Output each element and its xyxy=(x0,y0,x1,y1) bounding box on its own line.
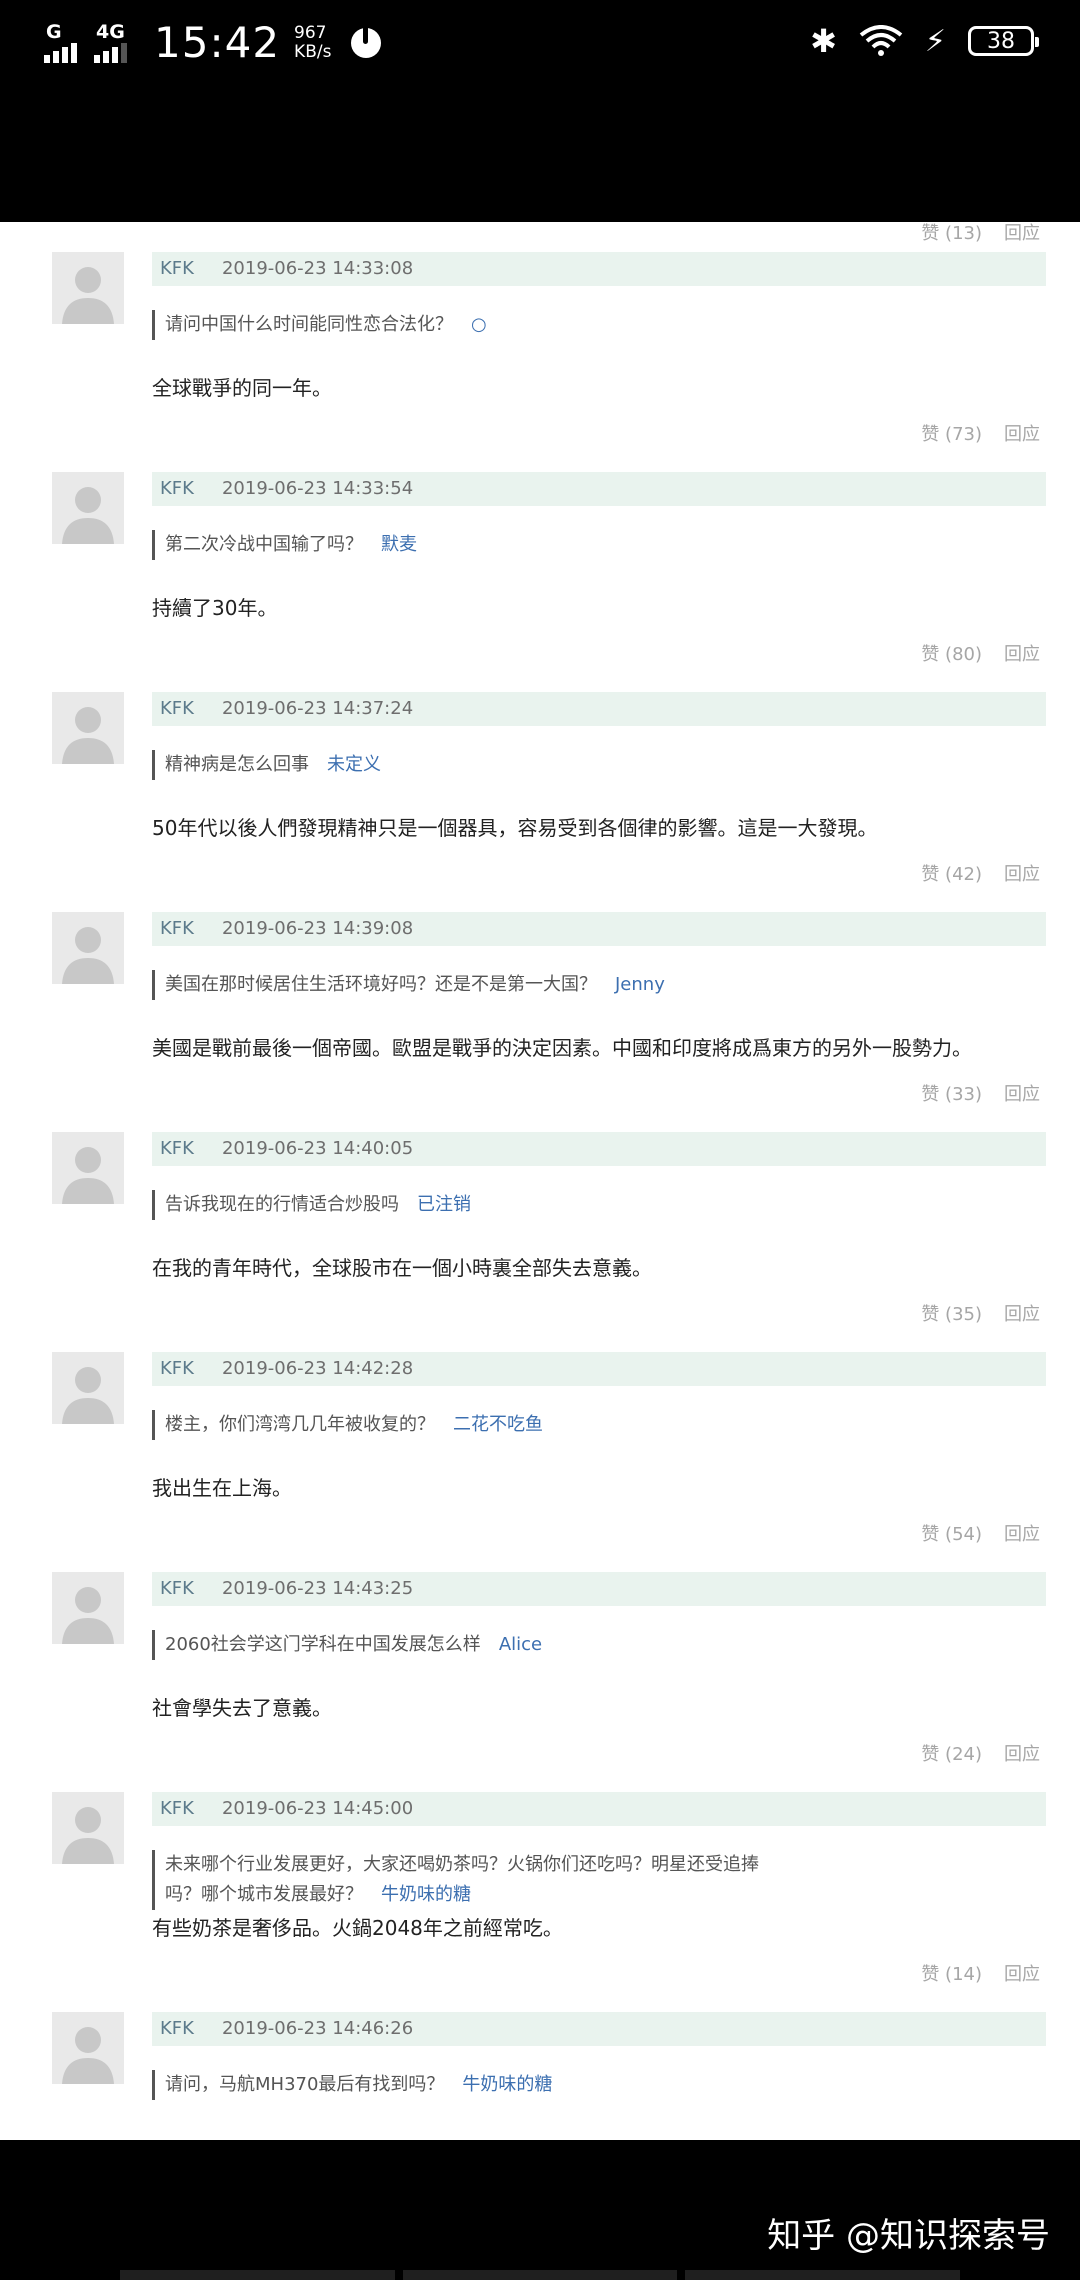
clock: 15:42 xyxy=(154,18,281,67)
question-text: 楼主，你们湾湾几几年被收复的？ xyxy=(165,1414,435,1435)
username-link[interactable]: KFK xyxy=(160,1138,194,1159)
answer-text: 我出生在上海。 xyxy=(152,1476,292,1500)
answer-text: 全球戰爭的同一年。 xyxy=(152,376,332,400)
quoted-question: 美国在那时候居住生活环境好吗？还是不是第一大国？ Jenny xyxy=(152,970,665,1000)
avatar[interactable] xyxy=(52,252,124,324)
timestamp: 2019-06-23 14:39:08 xyxy=(221,918,414,939)
quoted-question: 请问，马航MH370最后有找到吗？ 牛奶味的糖 xyxy=(152,2070,552,2100)
quoted-question: 告诉我现在的行情适合炒股吗 已注销 xyxy=(152,1190,471,1220)
answer-text: 社會學失去了意義。 xyxy=(152,1696,332,1720)
quoted-question: 请问中国什么时间能同性恋合法化？ ○ xyxy=(152,310,487,340)
timestamp: 2019-06-23 14:40:05 xyxy=(221,1138,414,1159)
comment-header: KFK 2019-06-23 14:46:26 xyxy=(152,2012,1046,2046)
comment-header: KFK 2019-06-23 14:42:28 xyxy=(152,1352,1046,1386)
notification-app-icon xyxy=(351,25,382,58)
asker-link[interactable]: ○ xyxy=(471,314,487,335)
screenshot-content: 赞 (13) 回应 KFK 2019-06-23 14:33:08 请问中国什么时间能… xyxy=(0,222,1080,2140)
bluetooth-icon: ✱ xyxy=(810,22,837,60)
timestamp: 2019-06-23 14:37:24 xyxy=(221,698,414,719)
avatar[interactable] xyxy=(52,1572,124,1644)
quoted-question: 2060社会学这门学科在中国发展怎么样 Alice xyxy=(152,1630,542,1660)
comment-header: KFK 2019-06-23 14:40:05 xyxy=(152,1132,1046,1166)
username-link[interactable]: KFK xyxy=(160,258,194,279)
comment-entry: KFK 2019-06-23 14:43:25 2060社会学这门学科在中国发展怎么… xyxy=(0,1542,1080,1765)
question-text: 请问中国什么时间能同性恋合法化？ xyxy=(165,314,453,335)
username-link[interactable]: KFK xyxy=(160,478,194,499)
avatar[interactable] xyxy=(52,1352,124,1424)
comment-header: KFK 2019-06-23 14:45:00 xyxy=(152,1792,1046,1826)
comment-entry: KFK 2019-06-23 14:45:00 未来哪个行业发展更好，大家还喝奶茶吗… xyxy=(0,1762,1080,1985)
quoted-question: 未来哪个行业发展更好，大家还喝奶茶吗？火锅你们还吃吗？明星还受追捧吗？哪个城市发… xyxy=(152,1850,765,1910)
question-text: 第二次冷战中国输了吗？ xyxy=(165,534,363,555)
asker-link[interactable]: 默麦 xyxy=(381,534,417,555)
username-link[interactable]: KFK xyxy=(160,1578,194,1599)
question-text: 美国在那时候居住生活环境好吗？还是不是第一大国？ xyxy=(165,974,597,995)
avatar[interactable] xyxy=(52,692,124,764)
avatar[interactable] xyxy=(52,1132,124,1204)
username-link[interactable]: KFK xyxy=(160,2018,194,2039)
quoted-question: 第二次冷战中国输了吗？ 默麦 xyxy=(152,530,417,560)
comment-header: KFK 2019-06-23 14:33:08 xyxy=(152,252,1046,286)
timestamp: 2019-06-23 14:33:08 xyxy=(221,258,414,279)
avatar[interactable] xyxy=(52,1792,124,1864)
username-link[interactable]: KFK xyxy=(160,1798,194,1819)
timestamp: 2019-06-23 14:33:54 xyxy=(221,478,414,499)
quoted-question: 精神病是怎么回事 未定义 xyxy=(152,750,381,780)
question-text: 请问，马航MH370最后有找到吗？ xyxy=(165,2074,445,2095)
asker-link[interactable]: Jenny xyxy=(615,974,665,995)
asker-link[interactable]: 未定义 xyxy=(327,754,381,775)
asker-link[interactable]: 二花不吃鱼 xyxy=(453,1414,543,1435)
comment-entry: KFK 2019-06-23 14:37:24 精神病是怎么回事 未定义 50年代以後人… xyxy=(0,662,1080,885)
timestamp: 2019-06-23 14:43:25 xyxy=(221,1578,414,1599)
comment-header: KFK 2019-06-23 14:39:08 xyxy=(152,912,1046,946)
answer-text: 持續了30年。 xyxy=(152,596,278,620)
comment-entry: KFK 2019-06-23 14:33:54 第二次冷战中国输了吗？ 默麦持續了30… xyxy=(0,442,1080,665)
timestamp: 2019-06-23 14:45:00 xyxy=(221,1798,414,1819)
comment-entry: KFK 2019-06-23 14:33:08 请问中国什么时间能同性恋合法化？ ○ 全… xyxy=(0,222,1080,445)
answer-text: 50年代以後人們發現精神只是一個器具，容易受到各個律的影響。這是一大發現。 xyxy=(152,816,878,840)
watermark: 知乎 @知识探索号 xyxy=(767,2216,1050,2256)
avatar[interactable] xyxy=(52,472,124,544)
timestamp: 2019-06-23 14:42:28 xyxy=(221,1358,414,1379)
username-link[interactable]: KFK xyxy=(160,698,194,719)
network-speed: 967 KB/s xyxy=(294,22,332,62)
answer-text: 有些奶茶是奢侈品。火鍋2048年之前經常吃。 xyxy=(152,1916,563,1940)
username-link[interactable]: KFK xyxy=(160,918,194,939)
comment-entry: KFK 2019-06-23 14:46:26 请问，马航MH370最后有找到吗？ 牛… xyxy=(0,1982,1080,2140)
comment-header: KFK 2019-06-23 14:37:24 xyxy=(152,692,1046,726)
avatar[interactable] xyxy=(52,912,124,984)
answer-text: 美國是戰前最後一個帝國。歐盟是戰爭的決定因素。中國和印度將成爲東方的另外一股勢力… xyxy=(152,1036,972,1060)
asker-link[interactable]: 牛奶味的糖 xyxy=(462,2074,552,2095)
comment-entry: KFK 2019-06-23 14:40:05 告诉我现在的行情适合炒股吗 已注销在我… xyxy=(0,1102,1080,1325)
timestamp: 2019-06-23 14:46:26 xyxy=(221,2018,414,2039)
avatar[interactable] xyxy=(52,2012,124,2084)
quoted-question: 楼主，你们湾湾几几年被收复的？ 二花不吃鱼 xyxy=(152,1410,543,1440)
question-text: 告诉我现在的行情适合炒股吗 xyxy=(165,1194,399,1215)
question-text: 精神病是怎么回事 xyxy=(165,754,309,775)
comment-entry: KFK 2019-06-23 14:39:08 美国在那时候居住生活环境好吗？还是不… xyxy=(0,882,1080,1105)
bottom-handles xyxy=(120,2270,961,2280)
question-text: 2060社会学这门学科在中国发展怎么样 xyxy=(165,1634,481,1655)
asker-link[interactable]: 已注销 xyxy=(417,1194,471,1215)
comment-header: KFK 2019-06-23 14:43:25 xyxy=(152,1572,1046,1606)
comment-header: KFK 2019-06-23 14:33:54 xyxy=(152,472,1046,506)
username-link[interactable]: KFK xyxy=(160,1358,194,1379)
asker-link[interactable]: 牛奶味的糖 xyxy=(381,1884,471,1905)
asker-link[interactable]: Alice xyxy=(499,1634,542,1655)
status-bar: G 4G 15:42 967 KB/s ✱ ⚡ 38 xyxy=(0,0,1080,80)
answer-text: 在我的青年時代，全球股市在一個小時裏全部失去意義。 xyxy=(152,1256,652,1280)
battery-icon: 38 xyxy=(968,26,1039,56)
wifi-icon xyxy=(859,25,903,56)
comment-entry: KFK 2019-06-23 14:42:28 楼主，你们湾湾几几年被收复的？ 二花不… xyxy=(0,1322,1080,1545)
charging-icon: ⚡ xyxy=(924,23,946,59)
signal-icon: G xyxy=(44,21,94,63)
signal-4g-icon: 4G xyxy=(94,21,144,63)
